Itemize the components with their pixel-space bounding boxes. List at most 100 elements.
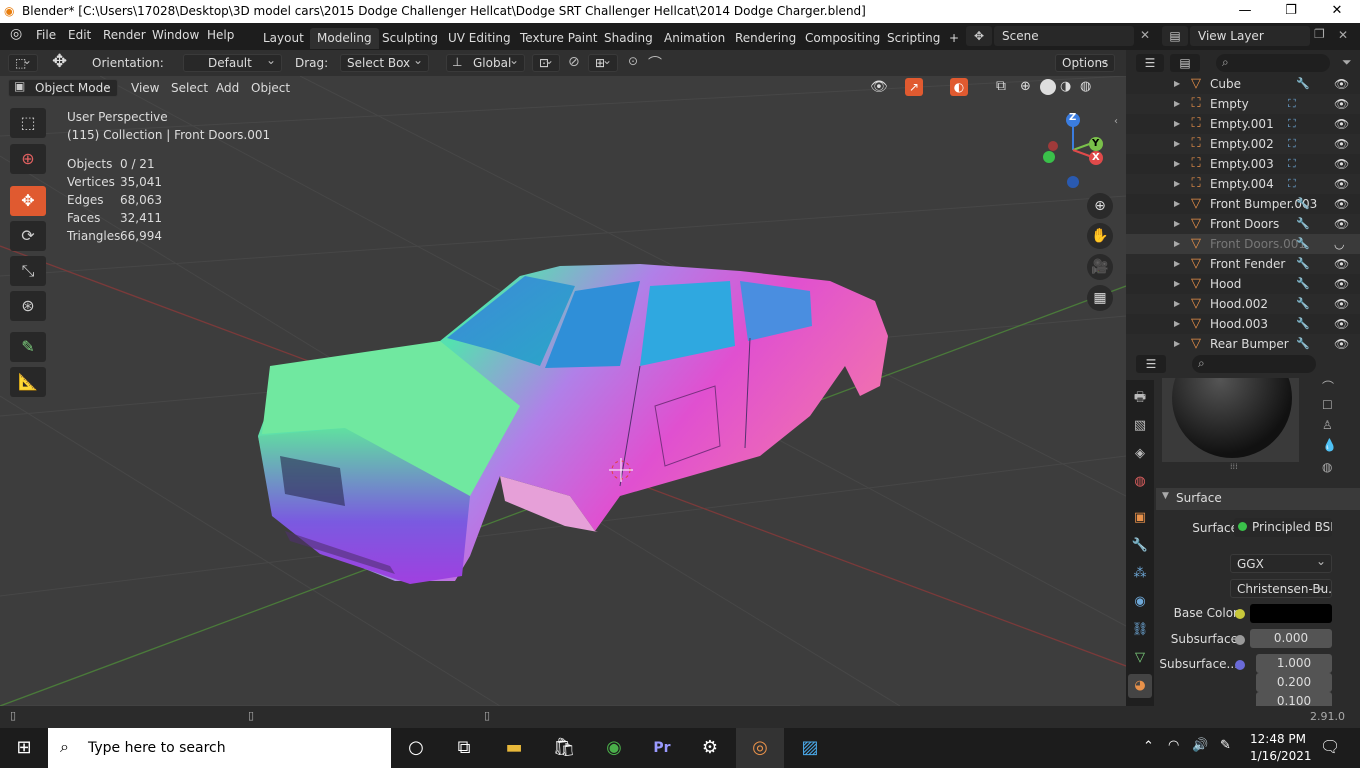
surface-shader-field[interactable]: Principled BSDF [1234, 518, 1332, 537]
eye-icon[interactable]: 👁 [1334, 194, 1349, 214]
shading-solid-icon[interactable] [1040, 79, 1056, 95]
view-layer-copy-icon[interactable]: ❐ [1314, 27, 1325, 41]
tab-rendering[interactable]: Rendering [728, 28, 803, 49]
tab-sculpting[interactable]: Sculpting [375, 28, 445, 49]
falloff-icon[interactable]: ⌒ [648, 53, 662, 73]
eye-icon[interactable]: 👁 [1334, 274, 1349, 294]
tab-uv-editing[interactable]: UV Editing [441, 28, 518, 49]
view-layer-remove-icon[interactable]: ✕ [1338, 28, 1348, 42]
expand-arrow-icon[interactable]: ▶ [1174, 254, 1180, 274]
outliner-item[interactable]: ▶ ▽ Cube 🔧 👁 [1126, 74, 1360, 94]
expand-arrow-icon[interactable]: ▶ [1174, 314, 1180, 334]
outliner-item[interactable]: ▶ ⛶ Empty.001 ⛶ 👁 [1126, 114, 1360, 134]
outliner-item-name[interactable]: Hood [1210, 274, 1241, 294]
clock-date[interactable]: 1/16/2021 [1250, 749, 1312, 763]
taskbar-search-input[interactable]: ⌕ Type here to search [48, 728, 391, 768]
eye-icon[interactable]: 👁 [1334, 254, 1349, 274]
overlay-toggle-icon[interactable]: ◐ [950, 78, 968, 96]
cursor-tool-icon[interactable]: ⊕ [10, 144, 46, 174]
empty-data-icon[interactable]: ⛶ [1288, 134, 1296, 154]
empty-data-icon[interactable]: ⛶ [1288, 154, 1296, 174]
modifier-icon[interactable]: 🔧 [1296, 334, 1310, 350]
notifications-icon[interactable]: 🗨 [1320, 737, 1340, 756]
outliner-item[interactable]: ▶ ⛶ Empty.003 ⛶ 👁 [1126, 154, 1360, 174]
preview-fluid-icon[interactable]: 💧 [1322, 438, 1337, 452]
snap-target-dropdown[interactable]: ⊞ [588, 54, 618, 72]
menu-render[interactable]: Render [103, 28, 146, 42]
menu-object[interactable]: Object [251, 81, 290, 95]
scene-tab-icon[interactable]: ◈ [1128, 442, 1152, 466]
data-tab-icon[interactable]: ▽ [1128, 646, 1152, 670]
premiere-icon[interactable]: Pr [638, 728, 686, 768]
radius-z-field[interactable]: 0.100 [1256, 692, 1332, 706]
outliner-item-name[interactable]: Front Doors [1210, 214, 1279, 234]
outliner-item-name[interactable]: Front Doors.001 [1210, 234, 1306, 254]
outliner-item[interactable]: ▶ ▽ Hood.002 🔧 👁 [1126, 294, 1360, 314]
physics-tab-icon[interactable]: ◉ [1128, 590, 1152, 614]
outliner-item-name[interactable]: Front Fender [1210, 254, 1285, 274]
view-layer-icon[interactable]: ▤ [1162, 26, 1188, 46]
eye-icon[interactable]: 👁 [1334, 214, 1349, 234]
expand-arrow-icon[interactable]: ▶ [1174, 334, 1180, 350]
properties-search-input[interactable]: ⌕ [1192, 355, 1316, 373]
eye-icon[interactable]: 👁 [1334, 174, 1349, 194]
drag-dropdown[interactable]: Select Box [340, 54, 429, 72]
minimize-button[interactable]: — [1222, 0, 1268, 23]
scene-remove-icon[interactable]: ✕ [1140, 28, 1150, 42]
modifier-icon[interactable]: 🔧 [1296, 254, 1310, 274]
measure-tool-icon[interactable]: 📐 [10, 367, 46, 397]
pivot-point-dropdown[interactable]: ⊡ [532, 54, 560, 72]
expand-arrow-icon[interactable]: ▶ [1174, 274, 1180, 294]
outliner-item-name[interactable]: Empty.003 [1210, 154, 1274, 174]
empty-data-icon[interactable]: ⛶ [1288, 174, 1296, 194]
shading-rendered-icon[interactable]: ◍ [1080, 79, 1091, 94]
modifier-icon[interactable]: 🔧 [1296, 294, 1310, 314]
tab-texture-paint[interactable]: Texture Paint [513, 28, 604, 49]
task-view-icon[interactable]: ⧉ [440, 728, 488, 768]
tab-scripting[interactable]: Scripting [880, 28, 947, 49]
tab-shading[interactable]: Shading [597, 28, 660, 49]
scene-browse-icon[interactable]: ✥ [966, 26, 992, 46]
blender-menu-icon[interactable]: ◎ [10, 26, 22, 42]
shading-wireframe-icon[interactable]: ⊕ [1020, 79, 1031, 94]
output-tab-icon[interactable]: ▧ [1128, 414, 1152, 438]
outliner-display-mode-icon[interactable]: ▤ [1170, 54, 1200, 72]
proportional-edit-icon[interactable]: ⊙ [628, 54, 638, 68]
outliner-item[interactable]: ▶ ▽ Front Bumper.003 🔧 👁 [1126, 194, 1360, 214]
modifier-icon[interactable]: 🔧 [1296, 274, 1310, 294]
subsurface-field[interactable]: 0.000 [1250, 629, 1332, 648]
preview-cloth-icon[interactable]: ☐ [1322, 398, 1333, 412]
outliner-item[interactable]: ▶ ▽ Hood.003 🔧 👁 [1126, 314, 1360, 334]
outliner-item[interactable]: ▶ ⛶ Empty.002 ⛶ 👁 [1126, 134, 1360, 154]
radius-y-field[interactable]: 0.200 [1256, 673, 1332, 692]
steam-icon[interactable]: ⚙ [686, 728, 734, 768]
vector-socket-icon[interactable] [1235, 660, 1245, 670]
outliner-item-name[interactable]: Empty.002 [1210, 134, 1274, 154]
navigation-gizmo[interactable]: Z Y X [1040, 110, 1110, 190]
tab-layout[interactable]: Layout [256, 28, 311, 49]
modifier-icon[interactable]: 🔧 [1296, 214, 1310, 234]
gizmo-toggle-icon[interactable]: ↗ [905, 78, 923, 96]
cortana-icon[interactable]: ○ [392, 728, 440, 768]
expand-arrow-icon[interactable]: ▶ [1174, 174, 1180, 194]
menu-view[interactable]: View [131, 81, 159, 95]
expand-arrow-icon[interactable]: ▶ [1174, 94, 1180, 114]
outliner-item-name[interactable]: Hood.003 [1210, 314, 1268, 334]
preview-shirt-icon[interactable]: ♙ [1322, 418, 1333, 432]
modifier-icon[interactable]: 🔧 [1296, 314, 1310, 334]
value-socket-icon[interactable] [1235, 635, 1245, 645]
modifier-icon[interactable]: 🔧 [1296, 194, 1310, 214]
scene-field[interactable]: Scene [994, 26, 1134, 46]
camera-view-icon[interactable]: 🎥 [1087, 254, 1113, 280]
blender-taskbar-icon[interactable]: ◎ [736, 728, 784, 768]
rotate-tool-icon[interactable]: ⟳ [10, 221, 46, 251]
render-tab-icon[interactable]: 🖶 [1128, 386, 1152, 410]
expand-arrow-icon[interactable]: ▶ [1174, 114, 1180, 134]
expand-arrow-icon[interactable]: ▶ [1174, 214, 1180, 234]
menu-file[interactable]: File [36, 28, 56, 42]
move-tool-button[interactable]: ✥ [10, 186, 46, 216]
options-dropdown[interactable]: Options [1055, 54, 1115, 72]
select-box-tool-icon[interactable]: ⬚ [10, 108, 46, 138]
clock-time[interactable]: 12:48 PM [1250, 732, 1306, 746]
file-explorer-icon[interactable]: ▬ [490, 728, 538, 768]
